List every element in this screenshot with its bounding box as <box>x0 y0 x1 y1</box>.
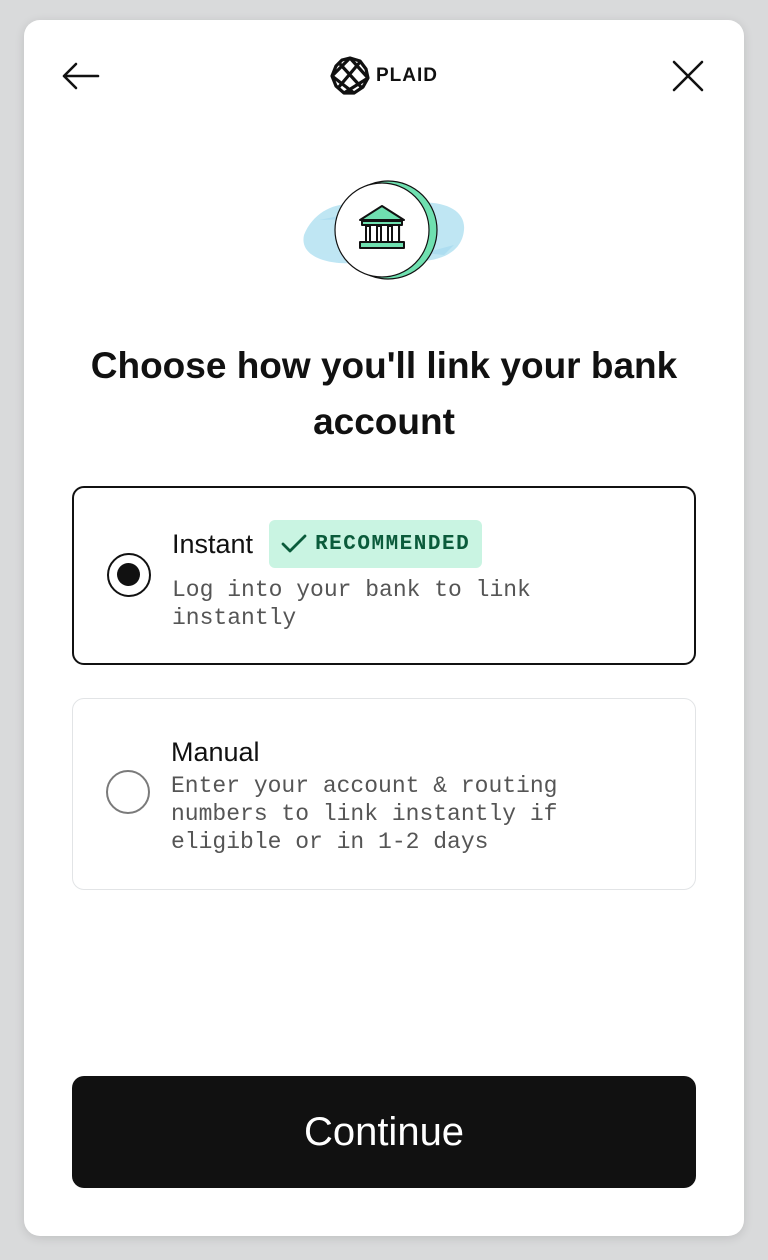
hero-illustration <box>294 175 474 285</box>
checkmark-icon <box>281 534 307 553</box>
instant-label: Instant <box>172 528 254 559</box>
brand-header: PLAID <box>24 56 744 96</box>
close-button[interactable] <box>668 56 708 96</box>
manual-text: Manual Enter your account & routing numb… <box>171 734 665 856</box>
manual-description: Enter your account & routing numbers to … <box>171 773 558 855</box>
page-title: Choose how you'll link your bank account <box>90 345 678 442</box>
close-icon <box>672 60 704 92</box>
recommended-label: RECOMMENDED <box>315 532 471 556</box>
instant-description: Log into your bank to link instantly <box>172 577 531 631</box>
option-instant[interactable]: Instant RECOMMENDED Log into your bank t… <box>72 486 696 665</box>
instant-radio[interactable] <box>107 553 151 597</box>
recommended-badge: RECOMMENDED <box>269 520 483 568</box>
manual-radio[interactable] <box>106 770 150 814</box>
instant-text: Instant RECOMMENDED Log into your bank t… <box>172 520 664 632</box>
link-modal: PLAID Choose how you'll link your bank a… <box>24 20 744 1236</box>
brand-name: PLAID <box>376 65 438 86</box>
continue-button[interactable]: Continue <box>72 1076 696 1188</box>
manual-label: Manual <box>171 736 260 767</box>
option-manual[interactable]: Manual Enter your account & routing numb… <box>72 698 696 890</box>
plaid-logo-icon <box>330 56 370 95</box>
